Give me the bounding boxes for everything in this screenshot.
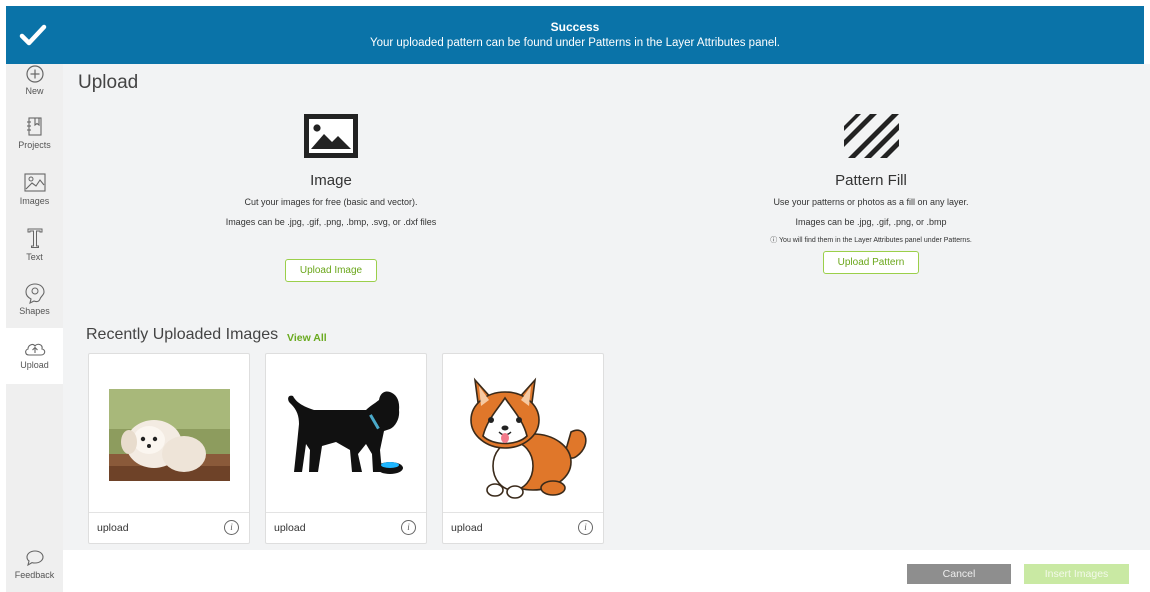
upload-card[interactable]: upload i xyxy=(442,353,604,544)
upload-card[interactable]: upload i xyxy=(88,353,250,544)
main-panel: Upload Image Cut your images for free (b… xyxy=(63,64,1150,550)
card-footer: upload i xyxy=(443,512,603,543)
sidebar-item-upload[interactable]: Upload xyxy=(6,328,63,384)
insert-images-button[interactable]: Insert Images xyxy=(1024,564,1129,584)
pattern-description: Use your patterns or photos as a fill on… xyxy=(773,197,969,207)
sidebar-item-label: Images xyxy=(19,196,50,206)
plus-circle-icon xyxy=(25,65,44,83)
card-footer: upload i xyxy=(89,512,249,543)
card-label: upload xyxy=(274,522,306,534)
thumbnail-puppy-photo xyxy=(109,389,230,481)
upload-pattern-button[interactable]: Upload Pattern xyxy=(822,251,920,274)
sidebar-item-feedback[interactable]: Feedback xyxy=(6,548,63,588)
sidebar: New Projects Images Text Shapes Upload F… xyxy=(6,64,64,592)
text-icon xyxy=(27,228,42,248)
pattern-upload-section: Pattern Fill Use your patterns or photos… xyxy=(671,112,1071,274)
sidebar-item-images[interactable]: Images xyxy=(6,172,63,216)
image-upload-section: Image Cut your images for free (basic an… xyxy=(131,112,531,282)
sidebar-item-label: Feedback xyxy=(14,570,55,580)
pattern-note: ⓘ You will find them in the Layer Attrib… xyxy=(770,237,972,244)
card-footer: upload i xyxy=(266,512,426,543)
sidebar-item-label: New xyxy=(25,86,44,96)
speech-bubble-icon xyxy=(25,550,44,567)
image-heading: Image xyxy=(310,172,352,189)
banner-message: Your uploaded pattern can be found under… xyxy=(369,37,781,49)
thumbnail-dog-silhouette xyxy=(288,391,403,474)
upload-card[interactable]: upload i xyxy=(265,353,427,544)
sidebar-item-new[interactable]: New xyxy=(6,64,63,104)
info-icon[interactable]: i xyxy=(224,520,239,535)
projects-icon xyxy=(26,117,42,136)
sidebar-item-label: Shapes xyxy=(19,306,50,316)
shapes-icon xyxy=(24,283,45,304)
sidebar-item-label: Text xyxy=(26,252,43,262)
pattern-heading: Pattern Fill xyxy=(835,172,907,189)
view-all-link[interactable]: View All xyxy=(287,332,327,344)
image-formats: Images can be .jpg, .gif, .png, .bmp, .s… xyxy=(225,217,437,227)
sidebar-item-label: Projects xyxy=(18,140,51,150)
success-banner: Success Your uploaded pattern can be fou… xyxy=(6,6,1144,64)
card-label: upload xyxy=(451,522,483,534)
images-icon xyxy=(23,173,46,192)
card-label: upload xyxy=(97,522,129,534)
bottom-action-bar: Cancel Insert Images xyxy=(63,550,1150,592)
banner-title: Success xyxy=(550,20,600,34)
upload-image-button[interactable]: Upload Image xyxy=(284,259,378,282)
recent-uploads-title: Recently Uploaded Images xyxy=(86,326,279,343)
pattern-formats: Images can be .jpg, .gif, .png, or .bmp xyxy=(795,217,947,227)
sidebar-item-label: Upload xyxy=(20,360,49,370)
sidebar-item-text[interactable]: Text xyxy=(6,226,63,270)
info-icon[interactable]: i xyxy=(401,520,416,535)
info-icon[interactable]: i xyxy=(578,520,593,535)
sidebar-item-projects[interactable]: Projects xyxy=(6,116,63,160)
cancel-button[interactable]: Cancel xyxy=(907,564,1011,584)
sidebar-item-shapes[interactable]: Shapes xyxy=(6,282,63,326)
page-title: Upload xyxy=(78,72,139,93)
image-icon xyxy=(304,114,358,158)
upload-cloud-icon xyxy=(24,343,45,356)
image-description: Cut your images for free (basic and vect… xyxy=(244,197,418,207)
pattern-fill-icon xyxy=(844,114,899,158)
thumbnail-corgi-cartoon xyxy=(470,377,587,499)
